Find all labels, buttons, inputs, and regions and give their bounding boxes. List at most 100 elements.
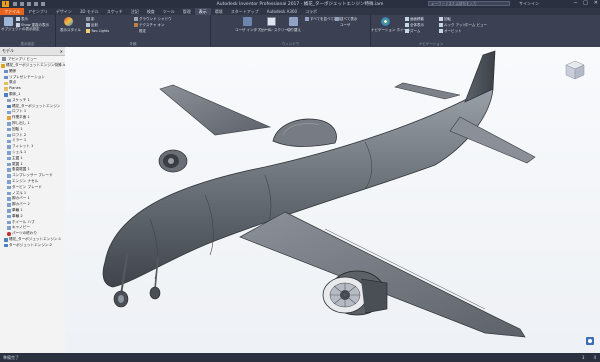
appearance-default-select[interactable]: 既定 [139,29,146,34]
texture-icon [134,23,138,27]
feature-icon [7,220,11,225]
look-at-button[interactable]: ルック アット [444,23,466,28]
overlap-icon [16,23,20,27]
graphics-viewport[interactable] [65,47,600,353]
filter-icon[interactable] [2,57,6,61]
feature-icon [7,185,11,190]
view-selector[interactable]: アセンブリ ビュー [8,57,37,62]
visual-style-icon[interactable] [64,17,73,26]
feature-icon [7,203,11,207]
ribbon: オブジェクトの表示設定 表示 Show 重複の表示 表示設定 表示スタイル 影 … [0,15,600,48]
browser-tree: 橘花_ターボジェットエンジン特殊.iam 関係 リプレゼンテーション 原点 Planes… [0,63,65,249]
maximize-icon[interactable]: □ [583,0,588,6]
tab-8[interactable]: 管理 [179,8,195,15]
feature-icon [7,191,11,196]
canopy [272,118,337,147]
sign-in-link[interactable]: サインイン [519,1,539,7]
browser-title: モデル [2,48,14,53]
reflections-button[interactable]: 反射 [91,23,98,28]
left-wing [159,84,272,136]
arrange-all-icon [305,17,309,21]
show-overlap-button[interactable]: Show 重複の表示 [21,23,49,28]
minimize-icon[interactable]: ─ [574,0,577,6]
open-icon[interactable] [20,2,24,6]
tile-icon [335,17,339,21]
reflection-icon [86,23,90,27]
feature-icon [7,145,11,149]
shadows-button[interactable]: 影 [91,17,95,22]
tab-12[interactable]: Autodesk A360 [263,8,301,15]
undo-icon[interactable] [34,2,38,6]
lighting-select[interactable]: Two Lights [91,29,109,33]
feature-icon [7,122,11,126]
feature-icon [7,209,11,213]
browser-tree-item[interactable]: ターボジェットエンジン:2 [0,243,65,249]
navigate-panel: ナビゲーション ホイール 画面移動 全体表示 ズーム 回転 ルック アット オー… [371,15,491,47]
visual-style-button[interactable]: 表示スタイル [60,28,81,33]
tile-button[interactable]: 並べて表示 [340,17,357,22]
tab-11[interactable]: スタートアップ [227,8,263,15]
tab-9[interactable]: 表示 [194,8,211,15]
quick-access-toolbar [13,2,45,6]
part-icon [4,238,8,242]
tab-4[interactable]: スケッチ [103,8,127,15]
window-title: Autodesk Inventor Professional 2017 - 橘花… [216,2,384,7]
user-windows-button[interactable]: ユーザ [340,23,350,28]
tab-2[interactable]: デザイン [52,8,76,15]
zoom-all-button[interactable]: 全体表示 [410,23,424,28]
navigation-wheel-icon[interactable] [381,17,390,26]
lighting-icon [86,29,90,33]
feature-icon [7,127,11,132]
ground-shadow-button[interactable]: グラウンド シャドウ [139,17,172,22]
folder-icon [4,69,8,74]
clean-screen-icon[interactable] [267,17,276,26]
zoom-button[interactable]: ズーム [410,29,420,34]
tab-1[interactable]: アセンブリ [24,8,52,15]
pan-button[interactable]: 画面移動 [410,17,424,22]
user-interface-icon[interactable] [243,17,252,26]
end-icon [7,232,11,236]
show-icon [16,17,20,21]
tab-6[interactable]: 検査 [143,8,159,15]
close-icon[interactable]: ✕ [594,0,598,6]
tab-0[interactable]: ファイル [0,8,24,15]
feature-icon [7,151,11,155]
sketch-icon [7,98,11,103]
home-view-button[interactable]: ホーム ビュー [465,23,487,28]
airplane-model[interactable] [65,47,600,353]
new-icon[interactable] [13,2,17,6]
model-browser: モデル ✕ アセンブリ ビュー 橘花_ターボジェットエンジン特殊.iam 関係 リプ… [0,47,66,353]
ground-shadow-icon [134,17,138,21]
visibility-panel: オブジェクトの表示設定 表示 Show 重複の表示 表示設定 [0,15,56,47]
search-input[interactable]: キーワードまたは語句を入力 [428,1,510,6]
orbit-button[interactable]: オービット [444,29,462,34]
tab-3[interactable]: 3D モデル [76,8,103,15]
save-icon[interactable] [27,2,31,6]
texture-button[interactable]: テクスチャ オン [139,23,164,28]
navigation-bar-icon[interactable] [586,337,594,345]
status-text: 準備完了 [3,354,19,360]
windows-panel: ユーザ インタフェース クリーン スクリーン 切り替え すべてを並べて表示 並べ… [211,15,371,47]
object-visibility-icon[interactable] [4,17,13,26]
folder-icon [4,75,8,80]
assembly-icon [1,64,5,68]
show-button[interactable]: 表示 [21,17,28,22]
folder-icon [4,87,8,91]
tab-10[interactable]: 環境 [211,8,227,15]
orbit-icon [439,29,443,33]
folder-icon [4,81,8,86]
browser-close-icon[interactable]: ✕ [60,49,63,54]
tab-7[interactable]: ツール [159,8,179,15]
switch-window-button[interactable]: 切り替え [287,28,301,33]
tab-13[interactable]: コラボ [301,8,321,15]
viewcube-icon[interactable] [564,59,586,81]
switch-window-icon[interactable] [289,17,298,26]
rotate-button[interactable]: 回転 [444,17,451,22]
tab-5[interactable]: 注記 [127,8,143,15]
app-icon[interactable]: I [2,1,9,7]
feature-icon [7,110,11,115]
ribbon-tabs: ファイル アセンブリ デザイン 3D モデル スケッチ 注記 検査 ツール 管理 表示 環境 スタート… [0,8,600,15]
appearance-panel: 表示スタイル 影 反射 Two Lights グラウンド シャドウ テクスチャ … [56,15,211,47]
redo-icon[interactable] [41,2,45,6]
look-at-icon [439,23,443,27]
